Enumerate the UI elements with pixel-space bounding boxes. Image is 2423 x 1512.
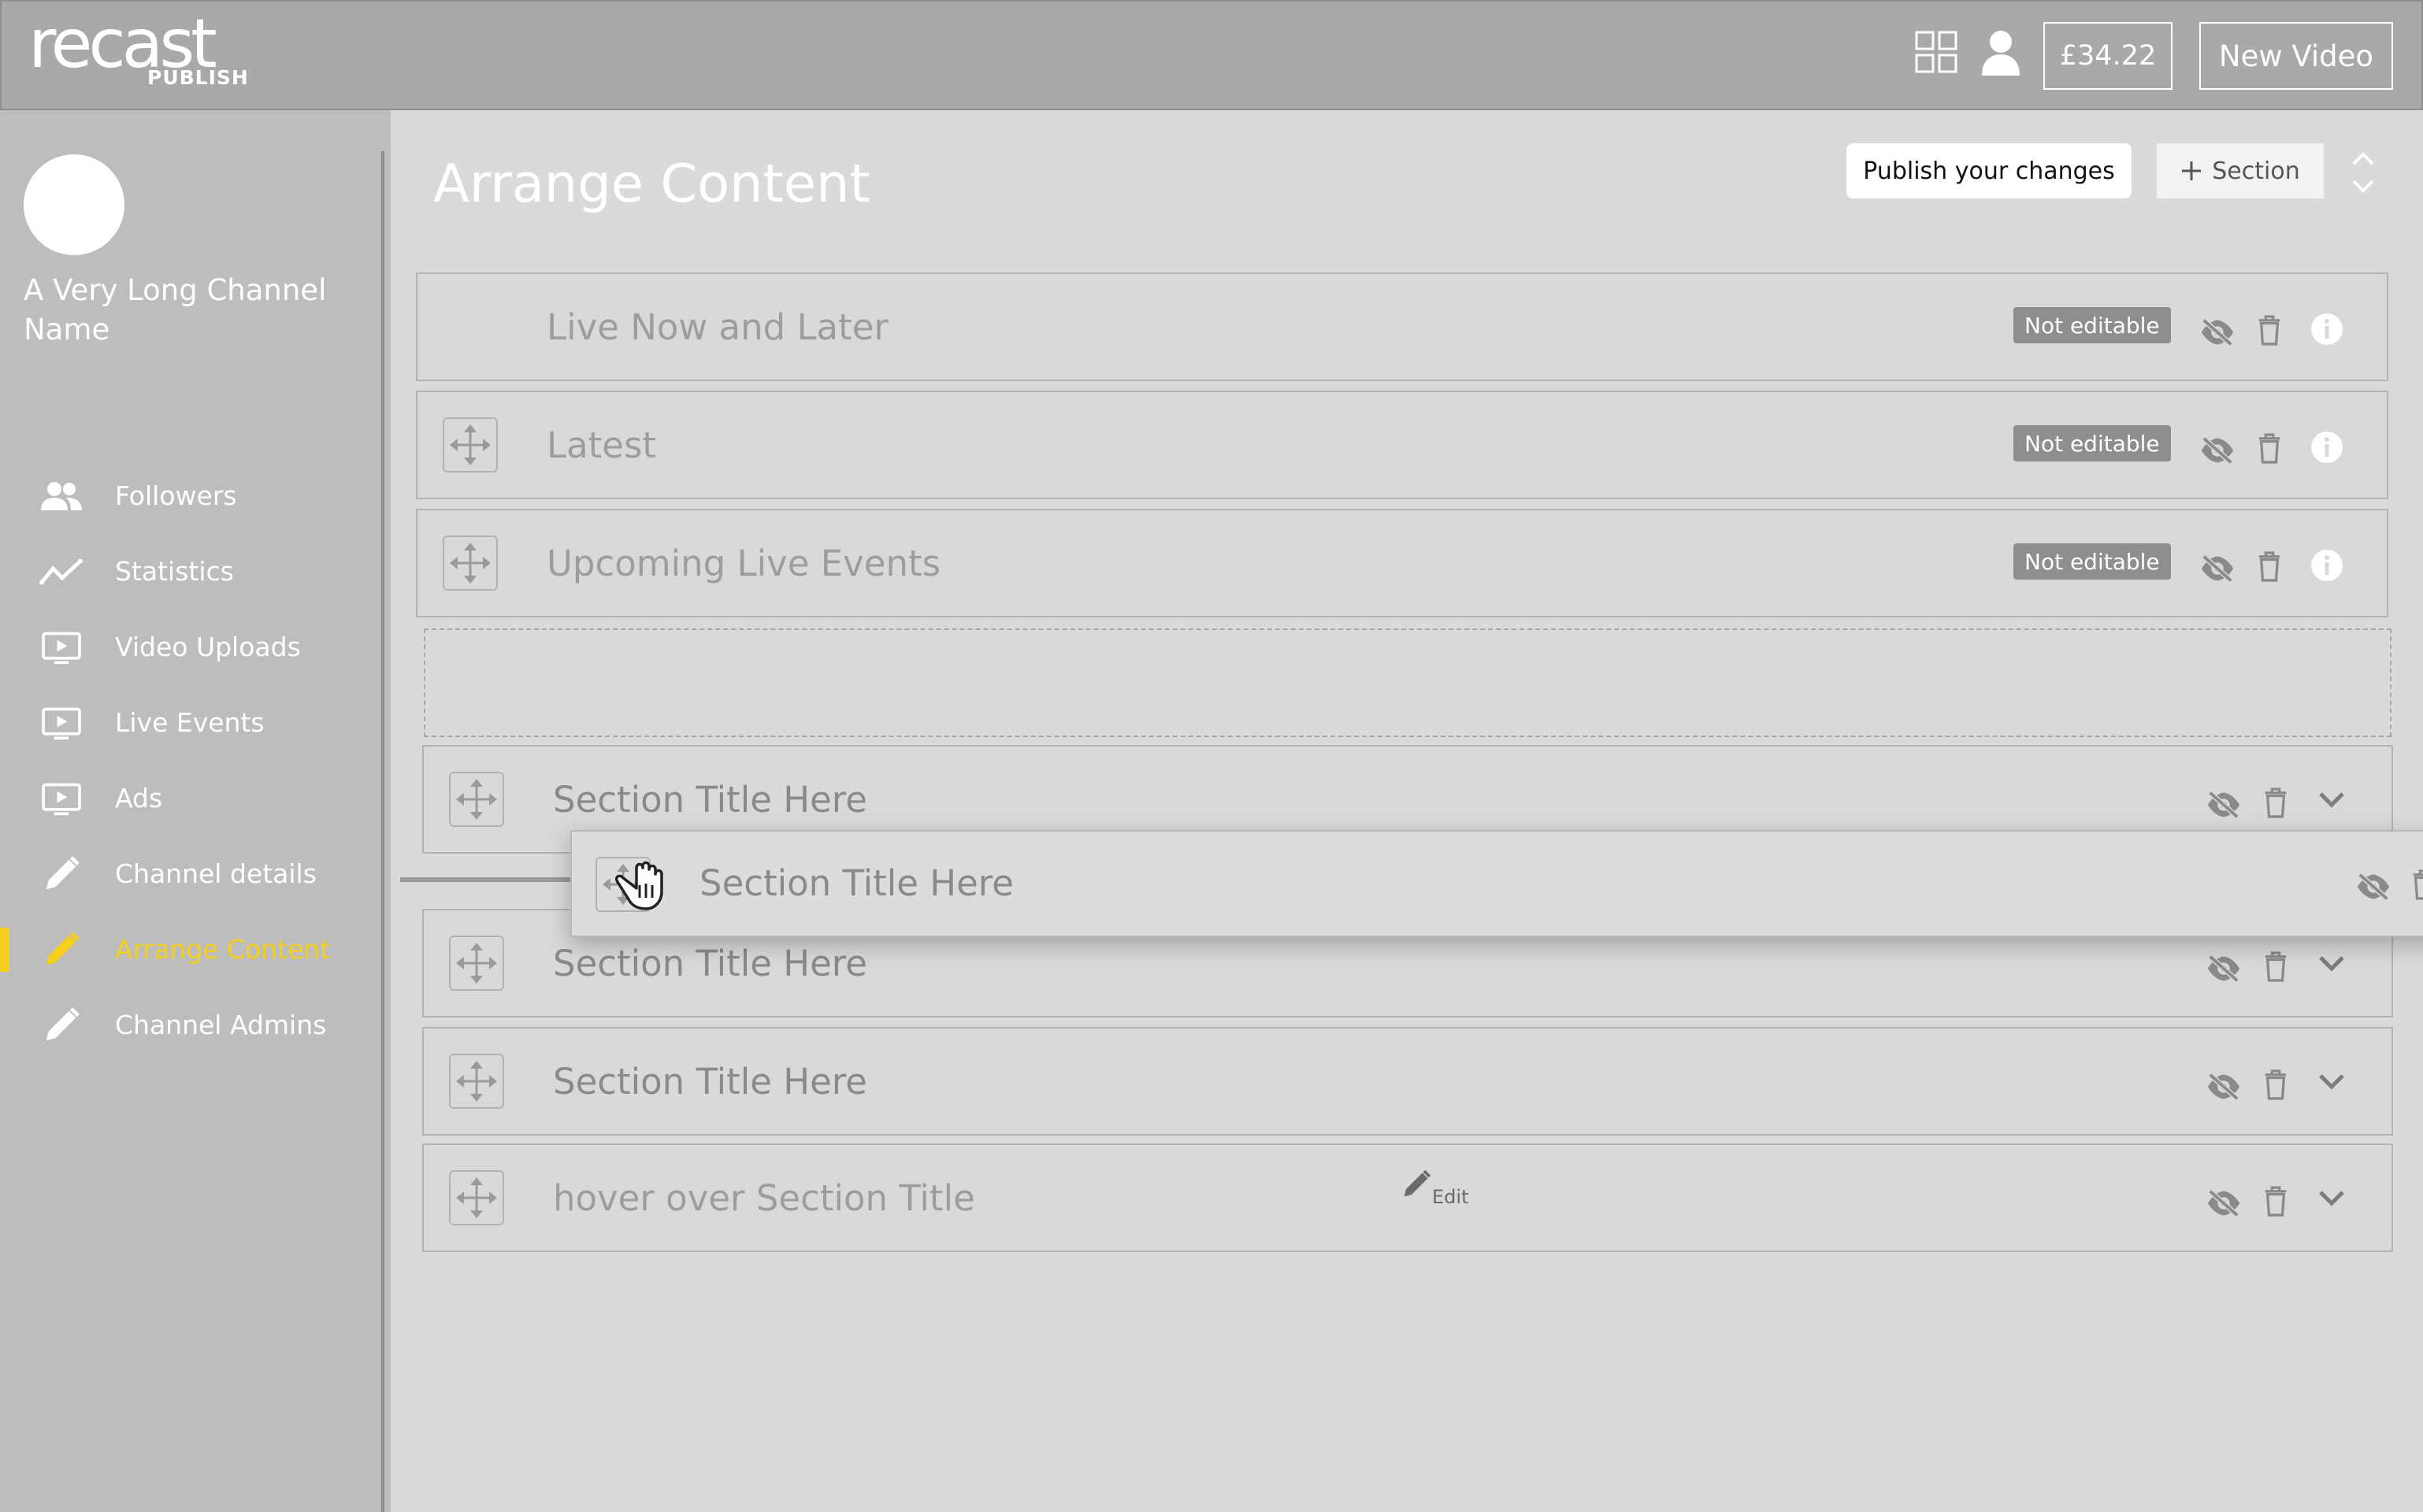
edit-link[interactable]: Edit [1432, 1186, 1468, 1208]
move-handle-icon[interactable] [443, 417, 498, 472]
trash-icon[interactable] [2256, 432, 2283, 465]
grid-icon[interactable] [1914, 30, 1958, 74]
section-title: Latest [547, 424, 657, 466]
publish-button[interactable]: Publish your changes [1846, 143, 2132, 198]
trash-icon[interactable] [2256, 550, 2283, 583]
move-handle-icon[interactable] [449, 772, 504, 827]
section-row: Upcoming Live Events Not editable [416, 509, 2388, 617]
add-section-button[interactable]: Section [2157, 143, 2324, 198]
collapse-expand-icon[interactable] [2351, 150, 2376, 197]
section-title: Upcoming Live Events [547, 543, 941, 584]
section-row: Live Now and Later Not editable [416, 272, 2388, 381]
trash-icon[interactable] [2262, 1068, 2289, 1101]
eye-hidden-icon[interactable] [2206, 1071, 2242, 1102]
channel-name: A Very Long Channel Name [24, 273, 327, 346]
video-icon [39, 627, 83, 668]
trash-icon[interactable] [2256, 313, 2283, 346]
top-bar: recast PUBLISH £34.22 New Video [0, 0, 2423, 110]
plus-icon [2180, 160, 2202, 182]
section-title: Section Title Here [553, 943, 867, 984]
sidebar-item-statistics[interactable]: Statistics [0, 540, 378, 603]
chart-line-icon [39, 551, 83, 592]
info-icon[interactable] [2310, 430, 2344, 465]
sidebar-item-channel-details[interactable]: Channel details [0, 843, 378, 906]
page-title: Arrange Content [433, 153, 870, 214]
section-title: Section Title Here [553, 1061, 867, 1102]
eye-hidden-icon[interactable] [2206, 1188, 2242, 1219]
eye-hidden-icon[interactable] [2206, 953, 2242, 984]
trash-icon[interactable] [2410, 868, 2423, 901]
eye-hidden-icon[interactable] [2199, 435, 2236, 466]
user-icon[interactable] [1980, 30, 2021, 76]
sidebar-item-ads[interactable]: Ads [0, 767, 378, 830]
trash-icon[interactable] [2262, 786, 2289, 819]
info-icon[interactable] [2310, 548, 2344, 583]
not-editable-badge: Not editable [2013, 307, 2171, 343]
section-row: Section Title Here [422, 1027, 2393, 1136]
sidebar-item-label: Video Uploads [115, 632, 301, 662]
trash-icon[interactable] [2262, 950, 2289, 983]
balance-button[interactable]: £34.22 [2043, 22, 2173, 90]
section-title: Section Title Here [553, 779, 867, 821]
chevron-down-icon[interactable] [2317, 1189, 2346, 1208]
sidebar-item-channel-admins[interactable]: Channel Admins [0, 994, 378, 1057]
avatar[interactable] [24, 154, 124, 255]
sidebar-item-label: Followers [115, 480, 237, 511]
new-video-button[interactable]: New Video [2199, 22, 2393, 90]
grab-hand-icon [611, 854, 666, 910]
add-section-label: Section [2212, 157, 2300, 185]
chevron-down-icon[interactable] [2317, 954, 2346, 973]
chevron-down-icon[interactable] [2317, 1073, 2346, 1091]
sidebar-item-label: Ads [115, 783, 163, 813]
not-editable-badge: Not editable [2013, 425, 2171, 461]
eye-hidden-icon[interactable] [2199, 317, 2236, 348]
move-handle-icon[interactable] [449, 1054, 504, 1109]
logo-subtitle: PUBLISH [147, 66, 249, 89]
section-title[interactable]: hover over Section Title [553, 1177, 975, 1221]
section-row: hover over Section Title Edit [422, 1143, 2393, 1252]
pencil-icon [39, 1005, 83, 1046]
section-title: Section Title Here [699, 862, 1014, 904]
trash-icon[interactable] [2262, 1184, 2289, 1217]
section-title: Live Now and Later [547, 306, 889, 348]
drag-insert-indicator [400, 877, 573, 882]
chevron-down-icon[interactable] [2317, 791, 2346, 810]
sidebar-item-label: Arrange Content [115, 934, 331, 965]
sidebar-item-arrange-content[interactable]: Arrange Content [0, 918, 378, 981]
eye-hidden-icon[interactable] [2206, 789, 2242, 821]
sidebar-item-live-events[interactable]: Live Events [0, 691, 378, 754]
dragging-section-row[interactable]: Section Title Here [570, 830, 2423, 937]
drop-zone[interactable] [424, 628, 2391, 737]
move-handle-icon[interactable] [443, 536, 498, 591]
not-editable-badge: Not editable [2013, 543, 2171, 580]
video-icon [39, 702, 83, 743]
sidebar-item-label: Channel Admins [115, 1010, 327, 1040]
sidebar-divider [381, 151, 384, 1512]
move-handle-icon[interactable] [449, 936, 504, 991]
pencil-icon[interactable] [1401, 1169, 1432, 1200]
sidebar-item-label: Statistics [115, 556, 234, 587]
move-handle-icon[interactable] [449, 1170, 504, 1225]
pencil-icon [39, 854, 83, 895]
sidebar-item-label: Live Events [115, 707, 265, 738]
sidebar-item-video-uploads[interactable]: Video Uploads [0, 616, 378, 679]
eye-hidden-icon[interactable] [2199, 553, 2236, 584]
sidebar-item-followers[interactable]: Followers [0, 465, 378, 528]
section-row: Latest Not editable [416, 391, 2388, 499]
sidebar-item-label: Channel details [115, 858, 317, 889]
active-indicator [0, 928, 9, 972]
video-icon [39, 778, 83, 819]
eye-hidden-icon[interactable] [2355, 871, 2391, 902]
pencil-icon [39, 929, 83, 970]
info-icon[interactable] [2310, 312, 2344, 346]
people-icon [39, 476, 83, 517]
